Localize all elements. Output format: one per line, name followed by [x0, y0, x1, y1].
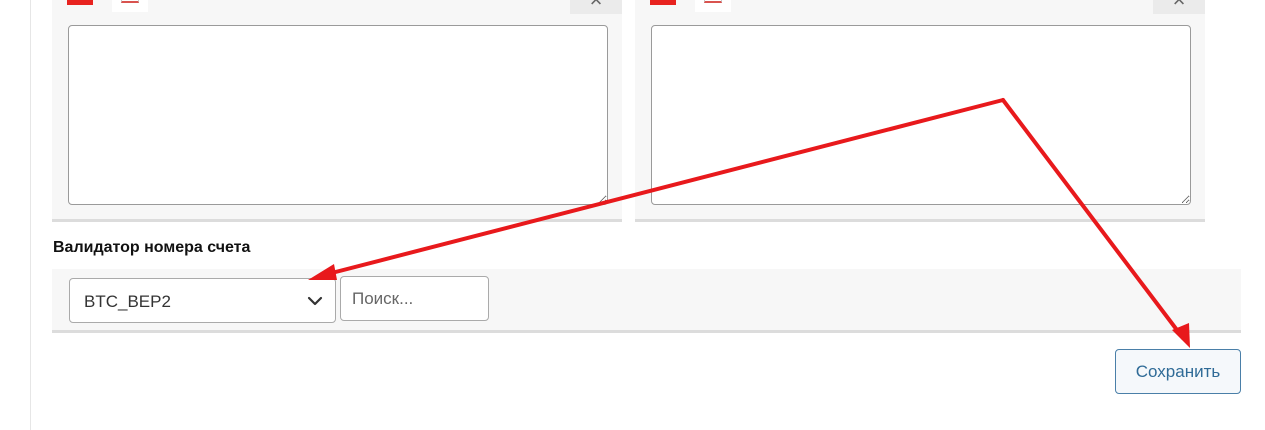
close-icon[interactable]: × [570, 0, 622, 14]
flag-icon[interactable] [67, 0, 93, 5]
page-left-border [30, 0, 31, 430]
save-button[interactable]: Сохранить [1115, 349, 1241, 394]
language-flag-tab[interactable] [112, 0, 148, 12]
comment-textarea-right[interactable] [651, 25, 1191, 205]
comment-textarea-left[interactable] [68, 25, 608, 205]
search-input[interactable] [340, 276, 489, 321]
language-flag-tab[interactable] [695, 0, 731, 12]
validator-select[interactable]: BTC_BEP2 [69, 278, 336, 323]
flag-icon[interactable] [650, 0, 676, 5]
comment-panel-right: × [635, 0, 1205, 222]
validator-select-value: BTC_BEP2 [84, 292, 171, 311]
close-icon[interactable]: × [1153, 0, 1205, 14]
chevron-down-icon [307, 296, 323, 306]
flag-mini-icon [121, 0, 139, 3]
comment-panel-left: × [52, 0, 622, 222]
flag-mini-icon [704, 0, 722, 3]
validator-label: Валидатор номера счета [53, 239, 251, 256]
